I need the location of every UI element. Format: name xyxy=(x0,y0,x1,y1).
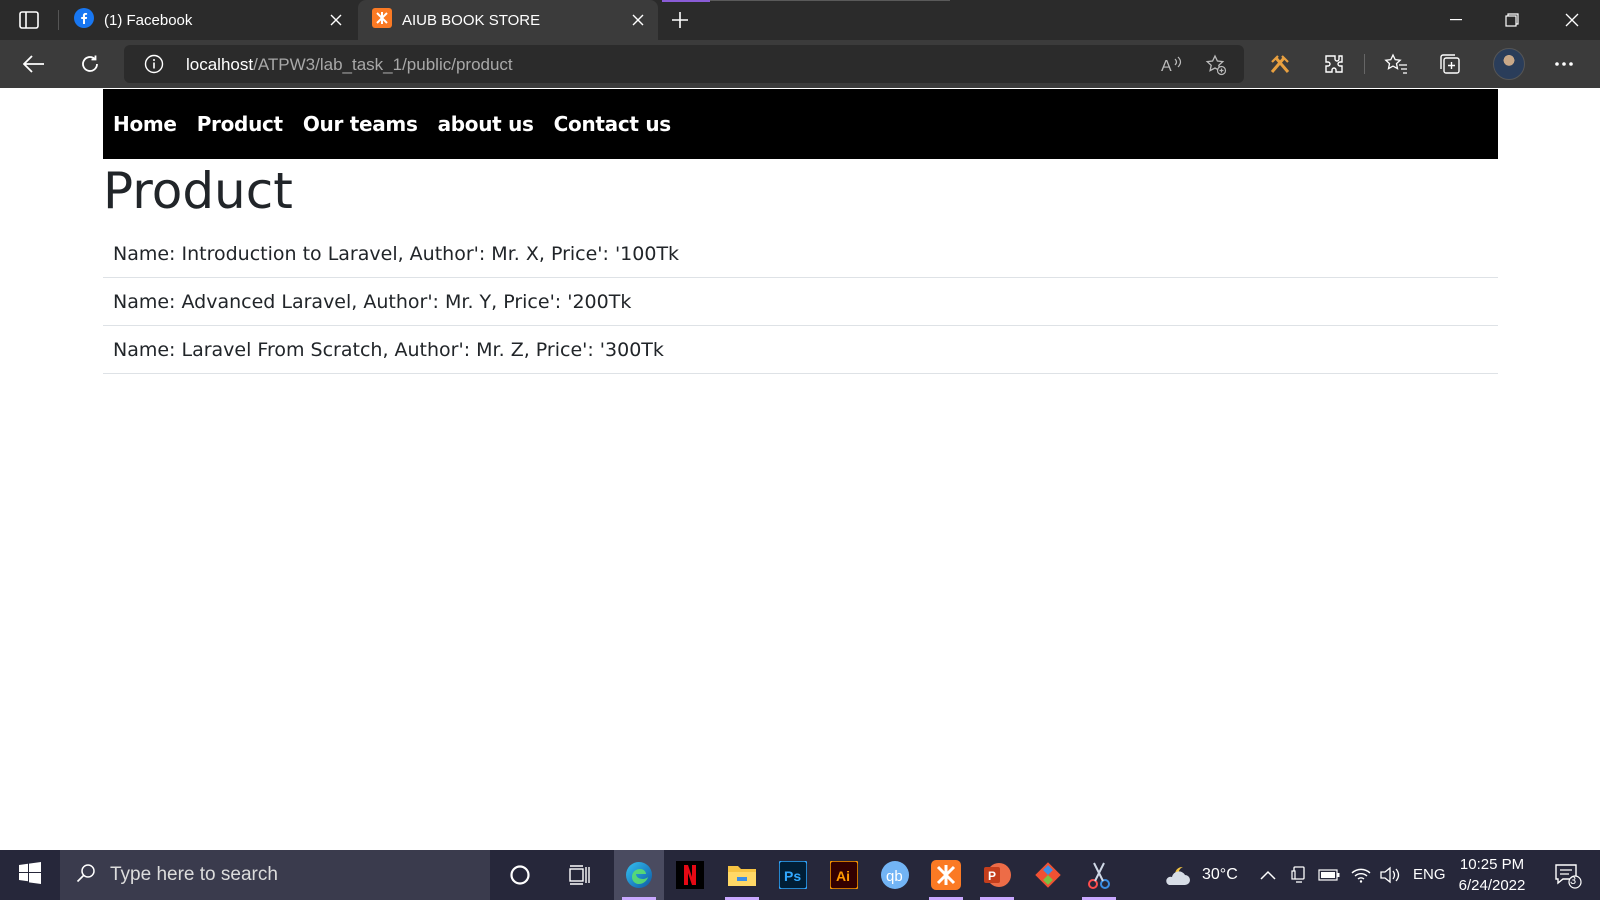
nav-product-link[interactable]: Product xyxy=(197,112,283,136)
show-hidden-icons-icon[interactable] xyxy=(1256,850,1280,900)
svg-text:qb: qb xyxy=(886,868,903,885)
tab-title: (1) Facebook xyxy=(104,11,193,29)
add-favorite-icon[interactable] xyxy=(1204,53,1228,77)
search-placeholder: Type here to search xyxy=(110,864,278,885)
url-text[interactable]: localhost/ATPW3/lab_task_1/public/produc… xyxy=(186,55,513,75)
info-icon[interactable] xyxy=(144,54,164,74)
read-aloud-icon[interactable]: A xyxy=(1160,53,1184,77)
product-list: Name: Introduction to Laravel, Author': … xyxy=(103,230,1498,374)
page-title: Product xyxy=(103,162,293,220)
start-button[interactable] xyxy=(0,850,60,900)
tab-actions-icon[interactable] xyxy=(14,8,44,32)
illustrator-icon[interactable]: Ai xyxy=(819,850,869,900)
toolbar-separator xyxy=(1364,54,1365,74)
profile-avatar[interactable] xyxy=(1493,48,1525,80)
favorites-icon[interactable] xyxy=(1382,50,1410,78)
volume-icon[interactable] xyxy=(1376,850,1404,900)
device-icon[interactable] xyxy=(1288,850,1310,900)
cortana-icon[interactable] xyxy=(495,850,545,900)
svg-text:P: P xyxy=(988,869,996,883)
tab-aiub-book-store[interactable]: AIUB BOOK STORE xyxy=(358,0,658,40)
taskbar-search-input[interactable]: Type here to search xyxy=(60,850,490,900)
netflix-icon[interactable] xyxy=(665,850,715,900)
nav-about-us-link[interactable]: about us xyxy=(438,112,534,136)
browser-toolbar: localhost/ATPW3/lab_task_1/public/produc… xyxy=(0,40,1600,88)
close-icon[interactable] xyxy=(326,10,346,30)
clock-date: 6/24/2022 xyxy=(1458,877,1526,894)
tab-title: AIUB BOOK STORE xyxy=(402,11,541,29)
extensions-icon[interactable] xyxy=(1320,50,1348,78)
new-tab-button[interactable] xyxy=(668,8,692,32)
facebook-icon xyxy=(74,8,94,32)
xampp-icon xyxy=(372,8,392,32)
input-language[interactable]: ENG xyxy=(1413,866,1446,883)
tab-separator xyxy=(58,10,59,30)
notification-count-badge: 3 xyxy=(1570,875,1577,887)
snipping-tool-icon[interactable] xyxy=(1074,850,1124,900)
system-clock[interactable]: 10:25 PM 6/24/2022 xyxy=(1450,854,1534,896)
git-icon[interactable] xyxy=(1023,850,1073,900)
search-icon xyxy=(76,863,96,888)
restore-button[interactable] xyxy=(1484,0,1540,40)
minimize-button[interactable] xyxy=(1428,0,1484,40)
site-navbar: Home Product Our teams about us Contact … xyxy=(103,89,1498,159)
nav-contact-us-link[interactable]: Contact us xyxy=(554,112,672,136)
more-options-icon[interactable] xyxy=(1550,50,1578,78)
svg-text:Ps: Ps xyxy=(784,868,801,884)
tab-facebook[interactable]: (1) Facebook xyxy=(60,0,356,40)
product-list-item: Name: Introduction to Laravel, Author': … xyxy=(103,230,1498,278)
photoshop-icon[interactable]: Ps xyxy=(768,850,818,900)
svg-text:Ai: Ai xyxy=(836,868,850,884)
web-page: Home Product Our teams about us Contact … xyxy=(0,88,1600,850)
clock-time: 10:25 PM xyxy=(1459,856,1525,873)
close-window-button[interactable] xyxy=(1544,0,1600,40)
xampp-icon[interactable] xyxy=(921,850,971,900)
tab-strip: (1) Facebook AIUB BOOK STORE xyxy=(0,0,1600,40)
svg-text:A: A xyxy=(1161,58,1172,74)
edge-icon[interactable] xyxy=(614,850,664,900)
weather-icon[interactable] xyxy=(1160,850,1196,900)
battery-icon[interactable] xyxy=(1316,850,1342,900)
task-view-icon[interactable] xyxy=(555,850,605,900)
product-list-item: Name: Laravel From Scratch, Author': Mr.… xyxy=(103,326,1498,374)
file-explorer-icon[interactable] xyxy=(717,850,767,900)
tab-strip-divider xyxy=(710,0,950,1)
nav-our-teams-link[interactable]: Our teams xyxy=(303,112,418,136)
nav-home-link[interactable]: Home xyxy=(113,112,177,136)
windows-taskbar: Type here to search Ps Ai qb P 30°C ENG … xyxy=(0,850,1600,900)
close-icon[interactable] xyxy=(628,10,648,30)
wifi-icon[interactable] xyxy=(1348,850,1374,900)
product-list-item: Name: Advanced Laravel, Author': Mr. Y, … xyxy=(103,278,1498,326)
tab-loading-indicator xyxy=(662,0,710,2)
powerpoint-icon[interactable]: P xyxy=(972,850,1022,900)
notification-center-icon[interactable]: 3 xyxy=(1546,850,1590,900)
refresh-button[interactable] xyxy=(76,50,104,78)
collections-icon[interactable] xyxy=(1436,50,1464,78)
windows-logo-icon xyxy=(19,861,41,889)
qbittorrent-icon[interactable]: qb xyxy=(870,850,920,900)
back-button[interactable] xyxy=(20,50,48,78)
weather-temperature[interactable]: 30°C xyxy=(1202,866,1238,884)
address-bar[interactable]: localhost/ATPW3/lab_task_1/public/produc… xyxy=(124,45,1244,83)
url-host: localhost xyxy=(186,55,254,74)
url-path: /ATPW3/lab_task_1/public/product xyxy=(253,55,513,74)
tools-extension-icon[interactable] xyxy=(1266,50,1294,78)
